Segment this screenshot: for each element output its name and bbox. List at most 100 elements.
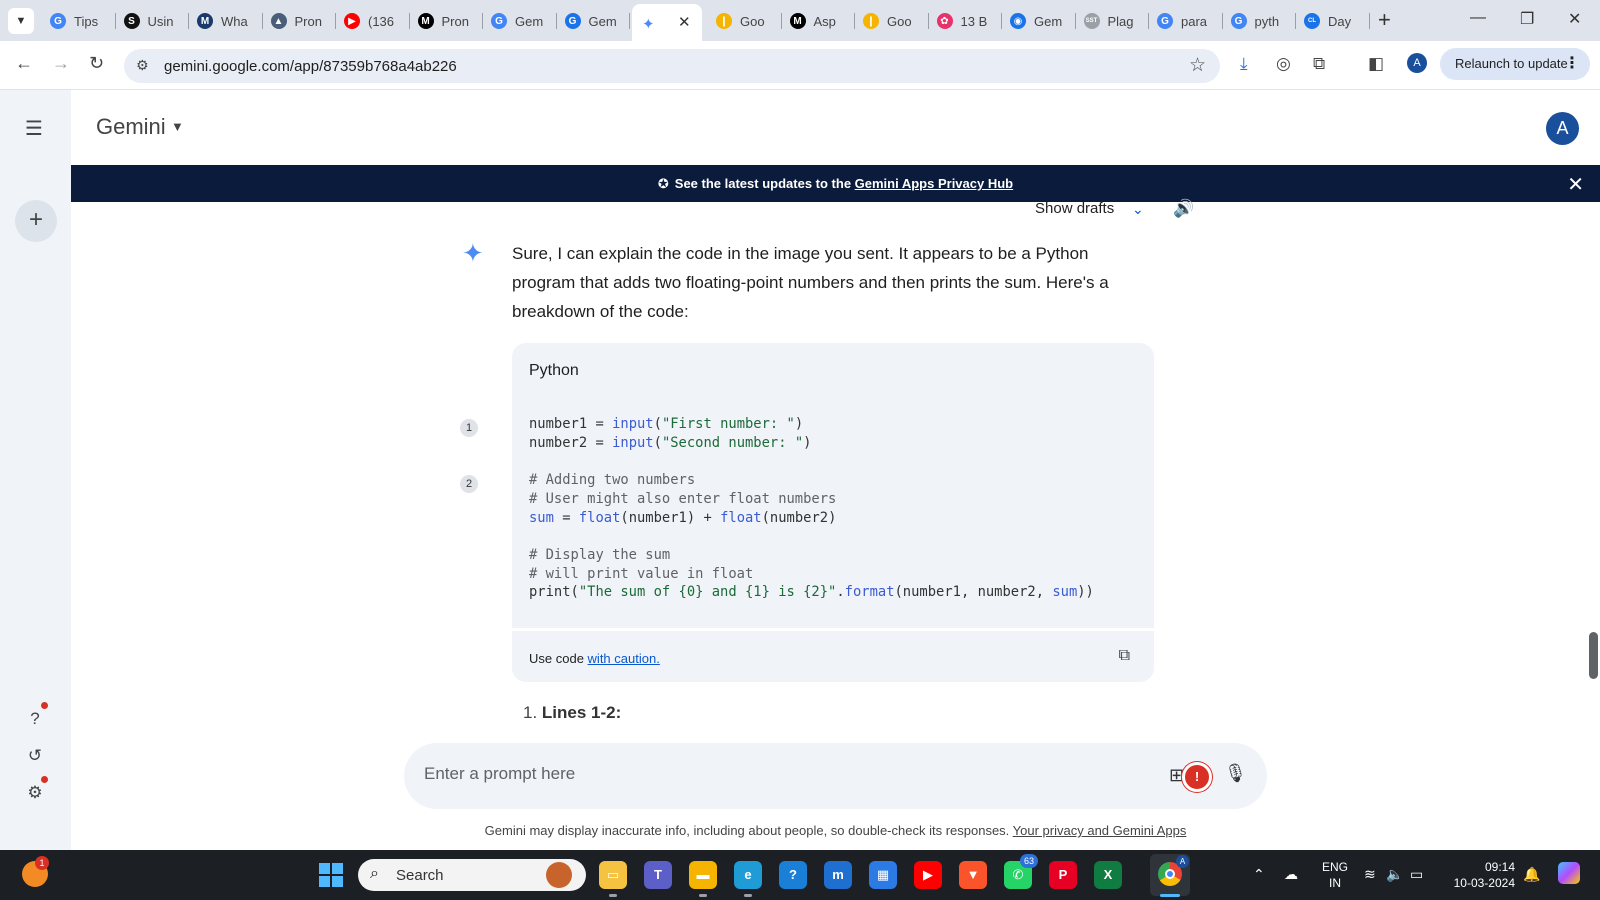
list-number: 1. — [523, 703, 538, 722]
battery-icon[interactable]: ▭ — [1410, 866, 1423, 883]
onedrive-cloud-icon[interactable]: ☁ — [1284, 866, 1298, 883]
read-aloud-speaker-icon[interactable]: 🔊 — [1173, 199, 1194, 219]
browser-tab[interactable]: ▲ Pron — [270, 8, 336, 34]
code-body[interactable]: number1 = input("First number: ") number2… — [529, 415, 1094, 602]
browser-tab[interactable]: G Tips — [50, 8, 116, 34]
brave-icon[interactable]: ▼ — [959, 861, 987, 889]
close-tab-icon[interactable]: ✕ — [678, 13, 691, 31]
store-icon[interactable]: ▦ — [869, 861, 897, 889]
browser-tab[interactable]: ▶ (136 — [344, 8, 410, 34]
browser-tab[interactable]: ◉ Gem — [1010, 8, 1076, 34]
browser-tab[interactable]: SST Plag — [1083, 8, 1149, 34]
pinterest-icon[interactable]: P — [1049, 861, 1077, 889]
arrow-right-icon: → — [52, 53, 70, 73]
clock[interactable]: 09:14 10-03-2024 — [1447, 859, 1515, 891]
caution-link[interactable]: with caution. — [588, 651, 660, 666]
google-bar-icon: ❙ — [863, 13, 879, 29]
excel-icon[interactable]: X — [1094, 861, 1122, 889]
download-icon[interactable]: ⤓ — [1240, 54, 1248, 74]
notification-dot — [41, 702, 48, 709]
reload-button[interactable]: ↻ — [89, 53, 104, 74]
language-indicator[interactable]: ENG IN — [1322, 859, 1348, 891]
chevron-down-icon[interactable]: ⌄ — [1132, 201, 1144, 218]
new-tab-button[interactable]: + — [1378, 8, 1391, 32]
extension-alert-icon[interactable]: ! — [1182, 762, 1212, 792]
scrollbar-thumb[interactable] — [1589, 632, 1598, 679]
site-settings-icon[interactable]: ⚙ — [136, 57, 149, 74]
settings-gear-icon[interactable]: ⚙ — [24, 776, 48, 804]
browser-tab[interactable]: ✿ 13 B — [936, 8, 1002, 34]
address-bar[interactable]: ⚙ gemini.google.com/app/87359b768a4ab226… — [124, 49, 1220, 83]
edge-icon[interactable]: e — [734, 861, 762, 889]
tab-gemini-active[interactable]: ✦ ✕ — [632, 4, 702, 41]
copy-code-icon[interactable]: ⧉ — [1119, 647, 1130, 665]
help-icon[interactable]: ? — [779, 861, 807, 889]
help-icon[interactable]: ? — [24, 702, 48, 730]
browser-tab[interactable]: G Gem — [564, 8, 630, 34]
privacy-hub-link[interactable]: Gemini Apps Privacy Hub — [855, 176, 1013, 191]
new-chat-button[interactable]: + — [15, 200, 57, 242]
bookmark-star-icon[interactable]: ☆ — [1189, 54, 1206, 77]
minimize-window-button[interactable]: — — [1470, 9, 1486, 27]
profile-avatar[interactable]: A — [1407, 53, 1427, 73]
copilot-icon[interactable] — [1558, 862, 1580, 884]
browser-tab[interactable]: ❙ Goo — [716, 8, 782, 34]
privacy-banner: ✪ See the latest updates to the Gemini Ap… — [71, 165, 1600, 202]
start-button[interactable] — [319, 863, 343, 887]
browser-tab[interactable]: M Asp — [789, 8, 855, 34]
caret-down-icon[interactable]: ▼ — [171, 119, 184, 134]
tab-title: Usin — [147, 13, 174, 29]
notifications-bell-icon[interactable]: 🔔 — [1523, 866, 1540, 883]
close-window-button[interactable]: ✕ — [1568, 9, 1581, 29]
tab-separator — [114, 13, 116, 29]
caution-prefix: Use code — [529, 651, 588, 666]
mylp-icon[interactable]: m — [824, 861, 852, 889]
url-text[interactable]: gemini.google.com/app/87359b768a4ab226 — [164, 58, 457, 75]
volume-icon[interactable]: 🔈 — [1386, 866, 1403, 883]
hamburger-menu-icon[interactable]: ☰ — [25, 116, 43, 141]
grammarly-icon[interactable]: ◎ — [1276, 54, 1291, 74]
tab-separator — [1148, 13, 1149, 29]
chrome-taskbar-button[interactable]: A — [1150, 854, 1190, 896]
tab-title: Goo — [740, 13, 765, 29]
youtube-icon[interactable]: ▶ — [914, 861, 942, 889]
activity-history-icon[interactable]: ↺ — [24, 745, 46, 767]
browser-tab[interactable]: CL Day — [1304, 8, 1370, 34]
citation-marker-1[interactable]: 1 — [460, 419, 478, 437]
tab-separator — [408, 13, 410, 29]
browser-tab[interactable]: S Usin — [123, 8, 189, 34]
extensions-icon[interactable]: ⧉ — [1313, 54, 1325, 74]
forward-button[interactable]: → — [52, 53, 70, 74]
back-button[interactable]: ← — [15, 53, 33, 74]
teams-icon[interactable]: T — [644, 861, 672, 889]
restore-window-button[interactable]: ❐ — [1520, 9, 1534, 29]
chrome-profile-badge: A — [1176, 855, 1189, 868]
citation-marker-2[interactable]: 2 — [460, 475, 478, 493]
browser-tab[interactable]: Gpyth — [1230, 8, 1296, 34]
browser-tab[interactable]: M Pron — [417, 8, 483, 34]
chrome-active-indicator — [1160, 894, 1180, 897]
list-item-title: Lines 1-2: — [541, 703, 622, 722]
microphone-icon[interactable]: 🎙 — [1224, 763, 1247, 784]
folder-icon[interactable]: ▬ — [689, 861, 717, 889]
wifi-icon[interactable]: ≋ — [1364, 866, 1376, 883]
tab-separator — [854, 13, 855, 29]
browser-tab[interactable]: ❙ Goo — [863, 8, 929, 34]
show-hidden-icons-chevron-icon[interactable]: ⌃ — [1253, 866, 1265, 883]
account-avatar[interactable]: A — [1546, 112, 1579, 145]
taskbar-search[interactable]: ⌕ Search — [358, 859, 586, 891]
file-explorer-icon[interactable]: ▭ — [599, 861, 627, 889]
browser-tab[interactable]: M Wha — [197, 8, 263, 34]
code-footer: Use code with caution. ⧉ — [512, 628, 1154, 682]
browser-tab[interactable]: Gpara — [1157, 8, 1223, 34]
tab-search-button[interactable]: ▼ — [8, 8, 34, 34]
prompt-input[interactable] — [424, 764, 1124, 784]
close-banner-icon[interactable]: ✕ — [1567, 172, 1584, 197]
side-panel-icon[interactable]: ◧ — [1368, 54, 1384, 74]
browser-tab[interactable]: G Gem — [491, 8, 557, 34]
privacy-link[interactable]: Your privacy and Gemini Apps — [1013, 823, 1187, 838]
relaunch-to-update-button[interactable]: Relaunch to update ⋮ — [1440, 48, 1590, 80]
show-drafts-button[interactable]: Show drafts — [1035, 200, 1114, 217]
app-name-switcher[interactable]: Gemini — [96, 114, 166, 140]
